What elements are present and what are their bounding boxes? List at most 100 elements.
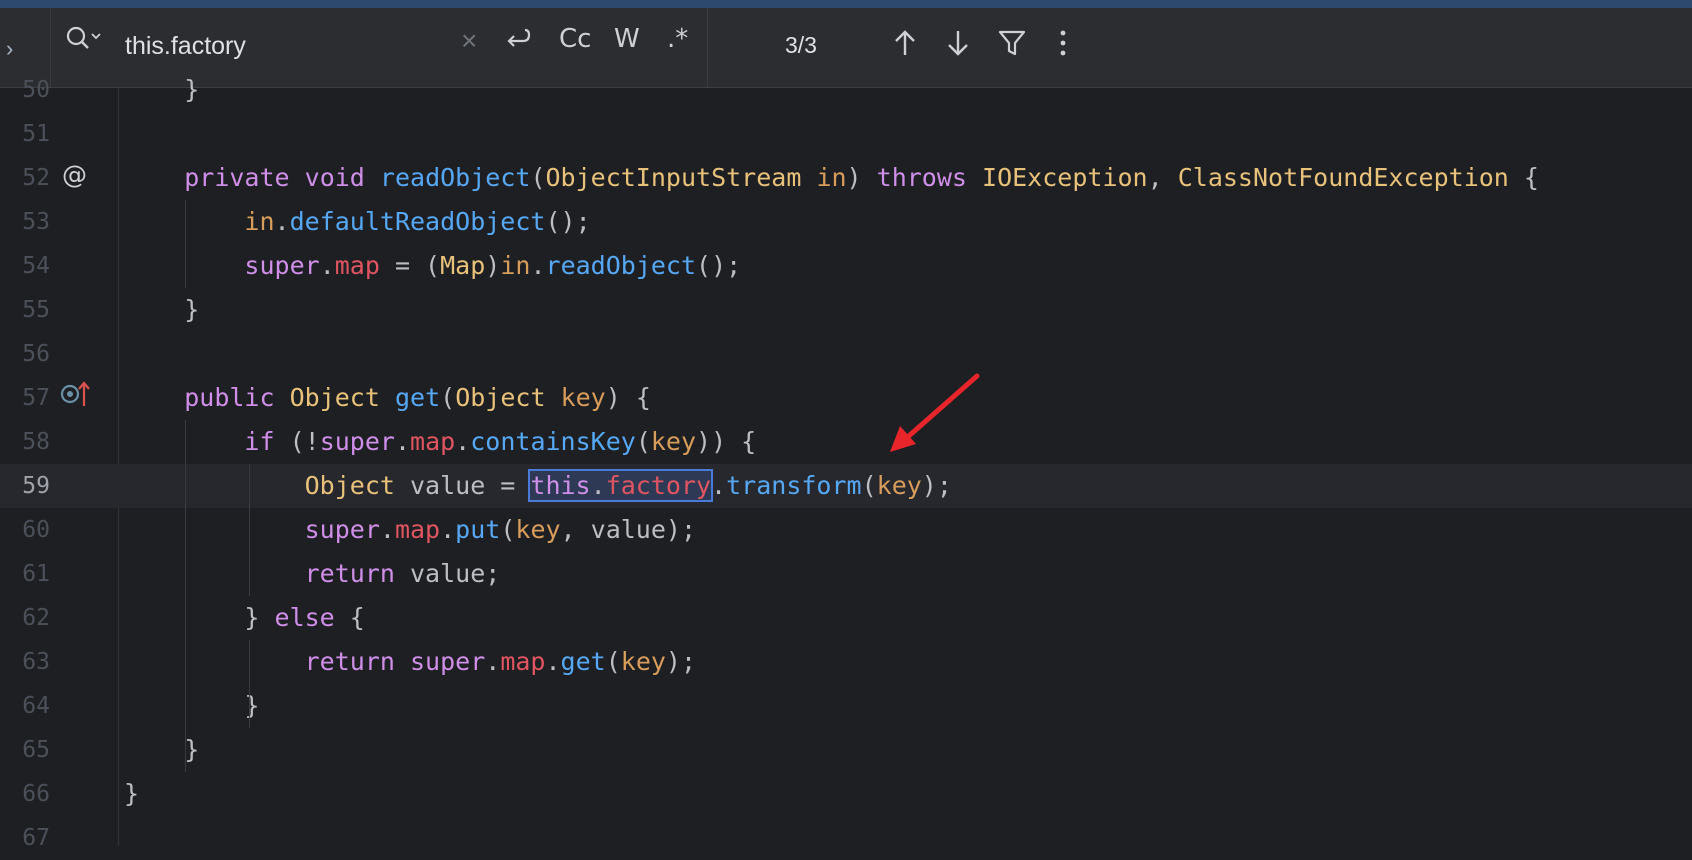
words-button[interactable]: W: [614, 24, 640, 54]
line-number[interactable]: 61: [0, 552, 50, 596]
code-token: get: [560, 647, 606, 676]
code-token: value;: [394, 559, 501, 588]
code-token: (: [635, 427, 651, 456]
code-line[interactable]: 56: [0, 332, 1692, 376]
annotation-arrow-icon: [890, 373, 980, 452]
search-match-highlight: this.factory: [528, 469, 714, 502]
line-number[interactable]: 66: [0, 772, 50, 816]
filter-icon[interactable]: [997, 28, 1027, 63]
code-token: readObject: [545, 251, 697, 280]
code-line[interactable]: 57 public Object get(Object key) {: [0, 376, 1692, 420]
code-editor[interactable]: 50 } 51 52 private void readObject(ObjectI…: [0, 75, 1692, 851]
search-history-icon[interactable]: [63, 24, 103, 61]
code-token: transform: [726, 471, 862, 500]
code-text[interactable]: } else {: [124, 596, 364, 640]
code-text[interactable]: return value;: [124, 552, 501, 596]
code-line[interactable]: 63 return super.map.get(key);: [0, 640, 1692, 684]
code-token: Object: [304, 471, 395, 500]
line-number[interactable]: 64: [0, 684, 50, 728]
line-number[interactable]: 62: [0, 596, 50, 640]
code-text[interactable]: in.defaultReadObject();: [124, 200, 590, 244]
previous-occurrence-icon[interactable]: [892, 28, 918, 63]
line-number[interactable]: 53: [0, 200, 50, 244]
match-case-button[interactable]: Cc: [559, 24, 591, 54]
code-text[interactable]: public Object get(Object key) {: [124, 376, 651, 420]
new-line-icon[interactable]: [501, 24, 533, 63]
code-token: key: [650, 427, 697, 456]
code-text[interactable]: private void readObject(ObjectInputStrea…: [124, 156, 1539, 200]
code-token: containsKey: [470, 427, 636, 456]
indent-guide: [249, 640, 250, 728]
code-token: .: [590, 471, 606, 500]
code-token: IOException: [982, 163, 1148, 192]
code-text[interactable]: super.map.put(key, value);: [124, 508, 696, 552]
more-options-icon[interactable]: [1050, 28, 1076, 63]
code-token: key: [620, 647, 666, 676]
code-token: .: [394, 427, 411, 456]
line-number[interactable]: 63: [0, 640, 50, 684]
code-text[interactable]: return super.map.get(key);: [124, 640, 696, 684]
line-number[interactable]: 60: [0, 508, 50, 552]
code-line[interactable]: 51: [0, 112, 1692, 156]
code-line[interactable]: 50 }: [0, 68, 1692, 112]
code-token: if: [244, 427, 275, 456]
code-line[interactable]: 52 private void readObject(ObjectInputSt…: [0, 156, 1692, 200]
line-number[interactable]: 58: [0, 420, 50, 464]
code-line[interactable]: 65 }: [0, 728, 1692, 772]
code-line[interactable]: 62 } else {: [0, 596, 1692, 640]
code-line[interactable]: 58 if (!super.map.containsKey(key)) {: [0, 420, 1692, 464]
line-number[interactable]: 54: [0, 244, 50, 288]
code-token: .: [274, 207, 290, 236]
code-line[interactable]: 67: [0, 816, 1692, 860]
code-text[interactable]: }: [124, 68, 199, 112]
code-text[interactable]: }: [124, 288, 199, 332]
code-token: public: [184, 383, 275, 412]
code-token: Object: [455, 383, 546, 412]
line-number[interactable]: 67: [0, 816, 50, 860]
line-number[interactable]: 56: [0, 332, 50, 376]
code-token: }: [124, 603, 275, 632]
code-token: this: [530, 471, 591, 500]
line-number[interactable]: 51: [0, 112, 50, 156]
code-text[interactable]: }: [124, 772, 139, 816]
code-token: key: [515, 515, 561, 544]
code-token: in: [244, 207, 275, 236]
code-line[interactable]: 60 super.map.put(key, value);: [0, 508, 1692, 552]
next-occurrence-icon[interactable]: [945, 28, 971, 63]
code-token: key: [560, 383, 606, 412]
code-line[interactable]: 66}: [0, 772, 1692, 816]
code-token: .: [530, 251, 546, 280]
code-token: Object: [289, 383, 380, 412]
code-token: void: [304, 163, 365, 192]
code-line[interactable]: 55 }: [0, 288, 1692, 332]
search-input[interactable]: [123, 28, 457, 64]
code-text[interactable]: }: [124, 728, 199, 772]
annotation-at-icon[interactable]: @: [62, 160, 87, 189]
line-number[interactable]: 50: [0, 68, 50, 112]
code-line[interactable]: 64 }: [0, 684, 1692, 728]
code-text[interactable]: super.map = (Map)in.readObject();: [124, 244, 741, 288]
line-number[interactable]: 57: [0, 376, 50, 420]
override-method-icon[interactable]: [58, 380, 92, 415]
clear-icon[interactable]: ×: [461, 25, 477, 57]
code-line[interactable]: 61 return value;: [0, 552, 1692, 596]
code-text[interactable]: }: [124, 684, 259, 728]
code-line[interactable]: 59 Object value = this.factory.transform…: [0, 464, 1692, 508]
code-text[interactable]: if (!super.map.containsKey(key)) {: [124, 420, 756, 464]
line-number[interactable]: 52: [0, 156, 50, 200]
code-line[interactable]: 54 super.map = (Map)in.readObject();: [0, 244, 1692, 288]
line-number[interactable]: 65: [0, 728, 50, 772]
code-token: get: [394, 383, 441, 412]
code-line[interactable]: 53 in.defaultReadObject();: [0, 200, 1692, 244]
code-token: ClassNotFoundException: [1177, 163, 1509, 192]
regex-button[interactable]: .*: [667, 24, 688, 54]
expand-replace-toggle[interactable]: ›: [6, 36, 13, 62]
line-number[interactable]: 59: [0, 464, 50, 508]
code-token: ,: [1147, 163, 1178, 192]
line-number[interactable]: 55: [0, 288, 50, 332]
indent-guide: [249, 464, 250, 596]
